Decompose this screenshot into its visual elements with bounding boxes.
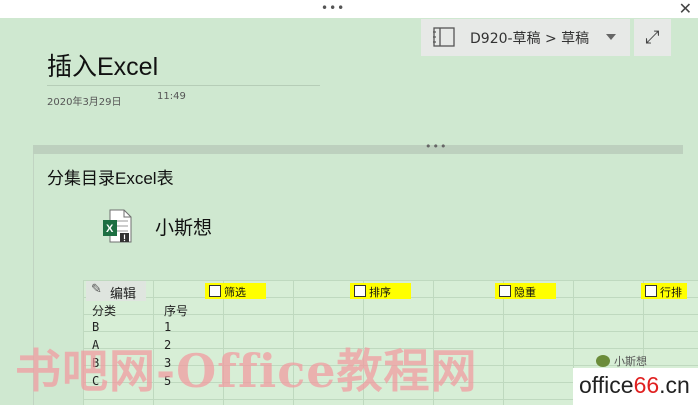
page-date: 2020年3月29日 — [47, 97, 122, 108]
pencil-icon: ✎ — [91, 282, 102, 297]
window-top-bar: ••• ✕ — [0, 0, 698, 18]
svg-text:X: X — [106, 223, 114, 235]
note-container-bar[interactable] — [33, 145, 683, 154]
notebook-location-dropdown[interactable]: D920-草稿 > 草稿 — [421, 19, 630, 56]
title-divider — [47, 85, 320, 86]
bird-logo-icon — [596, 355, 610, 367]
page-title[interactable]: 插入Excel — [47, 47, 158, 83]
table-cell[interactable]: 1 — [164, 320, 171, 334]
edit-button[interactable]: ✎ 编辑 — [86, 281, 146, 302]
column-header-category[interactable]: 分类 — [92, 302, 116, 319]
bird-logo-label: 小斯想 — [614, 355, 647, 368]
chevron-down-icon — [606, 34, 616, 40]
dedupe-label: 隐重 — [514, 286, 536, 299]
site-logo-text: office66.cn — [579, 372, 690, 398]
close-icon[interactable]: ✕ — [679, 0, 692, 18]
column-header-number[interactable]: 序号 — [164, 302, 188, 319]
edit-button-label: 编辑 — [110, 287, 137, 302]
watermark-text: 书吧网-Office教程网 — [15, 344, 478, 398]
checkbox-icon — [499, 285, 511, 297]
sort-checkbox[interactable]: 排序 — [350, 283, 411, 299]
sort-label: 排序 — [369, 286, 391, 299]
notebook-location-label: D920-草稿 > 草稿 — [470, 31, 590, 47]
checkbox-icon — [645, 285, 657, 297]
table-cell[interactable]: B — [92, 320, 99, 334]
site-logo-badge: office66.cn — [573, 368, 698, 405]
attachment-file-name[interactable]: 小斯想 — [155, 213, 212, 240]
checkbox-icon — [209, 285, 221, 297]
dedupe-checkbox[interactable]: 隐重 — [495, 283, 556, 299]
notebook-icon — [433, 27, 455, 47]
expand-button[interactable]: ⤢ — [634, 19, 671, 56]
section-heading[interactable]: 分集目录Excel表 — [47, 164, 174, 189]
filter-label: 筛选 — [224, 286, 246, 299]
window-drag-handle[interactable]: ••• — [321, 1, 345, 15]
container-move-handle[interactable]: ••• — [425, 140, 447, 153]
row-sort-label: 行排 — [660, 286, 682, 299]
excel-file-icon[interactable]: X — [102, 209, 132, 243]
filter-checkbox[interactable]: 筛选 — [205, 283, 266, 299]
row-sort-checkbox[interactable]: 行排 — [641, 283, 687, 299]
page-time: 11:49 — [157, 91, 186, 102]
checkbox-icon — [354, 285, 366, 297]
